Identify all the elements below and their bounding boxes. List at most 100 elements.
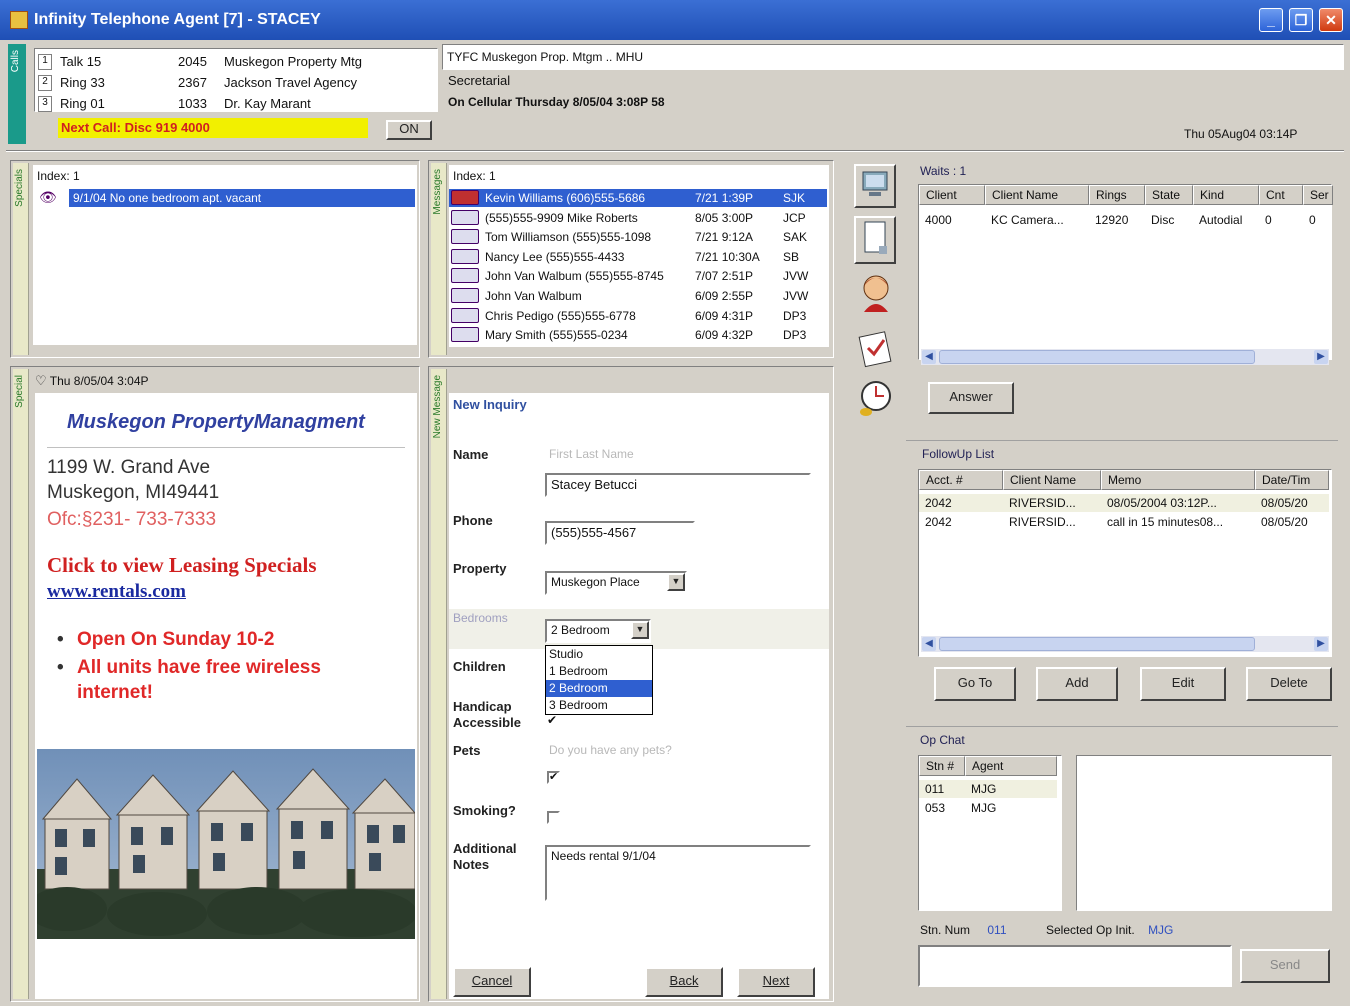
message-row[interactable]: (555)555-9909 Mike Roberts 8/05 3:00P JCP [449,209,827,227]
new-message-tab[interactable]: New Message [431,369,447,999]
specials-panel: Specials Index: 1 👁 9/1/04 No one bedroo… [10,160,420,358]
eye-icon: 👁 [39,189,57,205]
call-line[interactable]: 3 Ring 01 1033 Dr. Kay Marant [36,94,436,114]
message-agent: DP3 [783,308,807,323]
add-button[interactable]: Add [1036,667,1118,701]
column-header[interactable]: State [1145,185,1193,205]
company-name: Muskegon PropertyManagment [67,411,365,433]
scroll-left-icon[interactable]: ◀ [922,637,936,651]
column-header[interactable]: Rings [1089,185,1145,205]
next-call-bar: Next Call: Disc 919 4000 [58,118,368,138]
maximize-icon[interactable]: ❐ [1289,8,1313,32]
message-date: 8/05 3:00P [695,210,754,225]
special-item[interactable]: 9/1/04 No one bedroom apt. vacant [69,189,415,207]
line-number: 2 [38,75,52,91]
leasing-click-text[interactable]: Click to view Leasing Specials [47,553,317,578]
chevron-down-icon[interactable]: ▼ [667,573,685,591]
bedrooms-select[interactable]: 2 Bedroom ▼ [545,619,651,643]
table-cell: Disc [1151,213,1175,227]
delete-button[interactable]: Delete [1246,667,1332,701]
messages-tab[interactable]: Messages [431,163,447,355]
followup-row[interactable]: 2042 RIVERSID... call in 15 minutes08... 08… [919,513,1329,531]
bullet-mark: • [57,657,64,678]
column-header[interactable]: Kind [1193,185,1259,205]
phone-field[interactable]: (555)555-4567 [545,521,695,545]
column-header[interactable]: Cnt [1259,185,1303,205]
document-tool-icon[interactable] [854,216,896,264]
pets-checkbox[interactable]: ✔ [547,771,560,784]
chat-input[interactable] [918,945,1232,987]
message-row[interactable]: Chris Pedigo (555)555-6778 6/09 4:31P DP3 [449,307,827,325]
minimize-icon[interactable]: _ [1259,8,1283,32]
bedroom-option[interactable]: 1 Bedroom [546,663,652,680]
calls-tab[interactable]: Calls [8,44,26,144]
agent-row[interactable]: 011 MJG [919,780,1057,798]
scroll-left-icon[interactable]: ◀ [922,350,936,364]
on-button[interactable]: ON [386,120,432,140]
message-row[interactable]: Kevin Williams (606)555-5686 7/21 1:39P SJ… [449,189,827,207]
line-code: 1033 [178,96,207,111]
waits-scrollbar[interactable]: ◀ ▶ [921,349,1329,365]
handicap-check-icon[interactable]: ✔ [547,713,557,727]
message-row[interactable]: Tom Williamson (555)555-1098 7/21 9:12A SA… [449,228,827,246]
message-row[interactable]: John Van Walbum (555)555-8745 7/07 2:51P J… [449,267,827,285]
scroll-right-icon[interactable]: ▶ [1314,637,1328,651]
smoking-checkbox[interactable] [547,811,560,824]
bullet-1: • Open On Sunday 10-2 [57,629,274,651]
message-row[interactable]: Nancy Lee (555)555-4433 7/21 10:30A SB [449,248,827,266]
name-field[interactable]: Stacey Betucci [545,473,811,497]
clipboard-icon[interactable] [856,324,896,368]
next-button[interactable]: Next [737,967,815,997]
rentals-link[interactable]: www.rentals.com [47,581,186,603]
scroll-thumb[interactable] [939,350,1255,364]
bedroom-option[interactable]: Studio [546,646,652,663]
column-header[interactable]: Memo [1101,470,1255,490]
edit-button[interactable]: Edit [1140,667,1226,701]
agent-face-icon[interactable] [856,270,896,314]
notes-field[interactable]: Needs rental 9/1/04 [545,845,811,901]
address-line2: Muskegon, MI49441 [47,482,220,503]
scroll-thumb[interactable] [939,637,1255,651]
chevron-down-icon[interactable]: ▼ [631,621,649,639]
bedroom-option[interactable]: 2 Bedroom [546,680,652,697]
send-button[interactable]: Send [1240,949,1330,983]
column-header[interactable]: Stn # [919,756,965,776]
clock-icon[interactable] [856,376,896,420]
message-row[interactable]: John Van Walbum 6/09 2:55P JVW [449,287,827,305]
followup-scrollbar[interactable]: ◀ ▶ [921,636,1329,652]
message-row[interactable]: Mary Smith (555)555-0234 6/09 4:32P DP3 [449,326,827,344]
special-tab[interactable]: Special [13,369,29,999]
followup-row[interactable]: 2042 RIVERSID... 08/05/2004 03:12P... 08/05… [919,494,1329,512]
column-header[interactable]: Client [919,185,985,205]
property-select[interactable]: Muskegon Place ▼ [545,571,687,595]
call-role: Secretarial [448,73,511,88]
column-header[interactable]: Date/Tim [1255,470,1329,490]
close-icon[interactable]: ✕ [1319,8,1343,32]
stn-value: 011 [987,923,1007,937]
bedroom-option[interactable]: 3 Bedroom [546,697,652,714]
column-header[interactable]: Agent [965,756,1057,776]
message-text: Chris Pedigo (555)555-6778 [485,308,636,323]
message-text: Nancy Lee (555)555-4433 [485,249,625,264]
line-status: Talk 15 [60,54,102,69]
column-header[interactable]: Client Name [1003,470,1101,490]
goto-button[interactable]: Go To [934,667,1016,701]
answer-button[interactable]: Answer [928,382,1014,414]
call-line[interactable]: 1 Talk 15 2045 Muskegon Property Mtg [36,52,436,72]
cancel-button[interactable]: Cancel [453,967,531,997]
opchat-section: Op Chat Stn # Agent 011 MJG 053 MJG Stn. Num… [906,726,1338,1002]
agent-row[interactable]: 053 MJG [919,799,1057,817]
back-button[interactable]: Back [645,967,723,997]
wait-row[interactable]: 4000 KC Camera... 12920 Disc Autodial 0 0 [919,211,1333,229]
column-header[interactable]: Ser [1303,185,1333,205]
scroll-right-icon[interactable]: ▶ [1314,350,1328,364]
message-icon [451,209,479,225]
call-line[interactable]: 2 Ring 33 2367 Jackson Travel Agency [36,73,436,93]
selected-op: Selected Op Init. MJG [1046,923,1173,937]
column-header[interactable]: Acct. # [919,470,1003,490]
column-header[interactable]: Client Name [985,185,1089,205]
specials-tab[interactable]: Specials [13,163,29,355]
screen-tool-icon[interactable] [854,164,896,208]
calls-tab-label: Calls [10,50,21,73]
waits-table: Client Client Name Rings State Kind Cnt Ser 40… [918,184,1333,365]
